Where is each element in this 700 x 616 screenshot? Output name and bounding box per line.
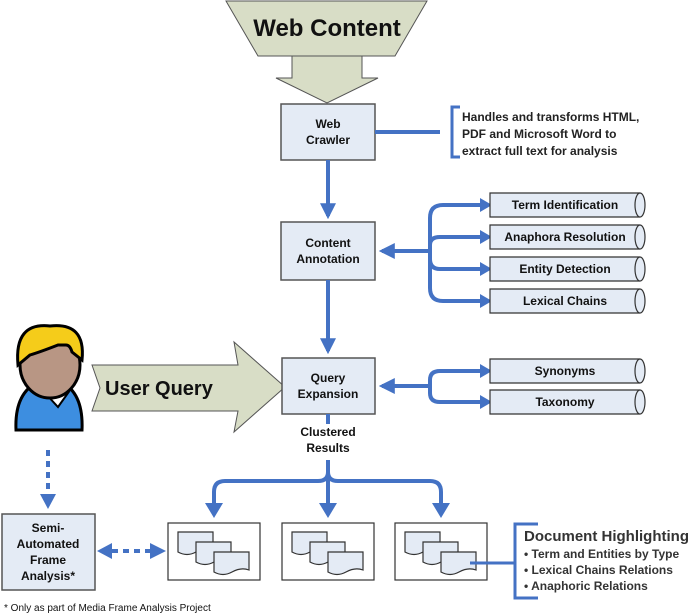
query-expansion-box: Query Expansion (281, 357, 376, 415)
user-avatar-icon (14, 324, 84, 432)
result-cluster-1 (167, 522, 261, 581)
web-content-label: Web Content (253, 15, 401, 42)
note-bracket (450, 105, 460, 159)
frame-analysis-label: Analysis* (21, 569, 75, 583)
note-line: PDF and Microsoft Word to (462, 127, 616, 141)
module-lexical-chains: Lexical Chains (489, 288, 646, 314)
user-query-arrow: User Query (91, 340, 286, 434)
highlighting-item: Anaphoric Relations (531, 579, 648, 593)
query-expansion-label: Query (311, 371, 346, 385)
frame-analysis-label: Semi- (32, 521, 65, 535)
module-label: Synonyms (535, 364, 596, 378)
module-term-identification: Term Identification (489, 192, 646, 218)
note-line: Handles and transforms HTML, (462, 110, 639, 124)
module-entity-detection: Entity Detection (489, 256, 646, 282)
frame-analysis-label: Automated (17, 537, 80, 551)
web-crawler-box: Web Crawler (280, 103, 376, 161)
web-crawler-label: Crawler (306, 133, 350, 147)
content-annotation-label: Annotation (296, 252, 359, 266)
highlighting-item: Lexical Chains Relations (532, 563, 674, 577)
highlighting-title: Document Highlighting (524, 528, 689, 545)
dashed-arrowhead (40, 494, 56, 509)
results-branches (212, 460, 443, 505)
clustered-results-label: Clustered (300, 425, 355, 439)
content-annotation-box: Content Annotation (280, 221, 376, 281)
frame-analysis-label: Frame (30, 553, 66, 567)
module-label: Term Identification (512, 198, 618, 212)
web-content-source: Web Content (225, 0, 428, 104)
expansion-branches (428, 369, 484, 404)
svg-text:• Lexical Chains Relations: • Lexical Chains Relations (524, 563, 673, 577)
block-arrow-down (275, 55, 379, 104)
module-label: Anaphora Resolution (504, 230, 625, 244)
dashed-double-arrowheads (97, 543, 166, 559)
footnote: * Only as part of Media Frame Analysis P… (4, 603, 211, 614)
result-cluster-2 (281, 522, 375, 581)
module-label: Entity Detection (519, 262, 610, 276)
module-label: Lexical Chains (523, 294, 607, 308)
pipeline-diagram: Web Content Web Crawler Handles and tran… (1, 0, 689, 614)
module-anaphora-resolution: Anaphora Resolution (489, 224, 646, 250)
clustered-results-label: Results (306, 441, 350, 455)
user-query-label: User Query (105, 378, 214, 400)
result-cluster-3 (394, 522, 488, 581)
highlighting-item: Term and Entities by Type (532, 547, 680, 561)
web-crawler-label: Web (315, 117, 340, 131)
svg-text:• Term and Entities by Type: • Term and Entities by Type (524, 547, 679, 561)
module-taxonomy: Taxonomy (489, 389, 646, 415)
content-annotation-label: Content (305, 236, 350, 250)
results-arrowheads (205, 503, 450, 518)
note-line: extract full text for analysis (462, 144, 618, 158)
frame-analysis-box: Semi- Automated Frame Analysis* (1, 513, 96, 591)
svg-text:• Anaphoric Relations: • Anaphoric Relations (524, 579, 648, 593)
module-synonyms: Synonyms (489, 358, 646, 384)
module-label: Taxonomy (535, 395, 594, 409)
query-expansion-label: Expansion (298, 387, 359, 401)
crawler-note: Handles and transforms HTML, PDF and Mic… (462, 110, 639, 158)
annotation-branches (428, 203, 484, 303)
document-highlighting: Document Highlighting • Term and Entitie… (524, 528, 689, 593)
